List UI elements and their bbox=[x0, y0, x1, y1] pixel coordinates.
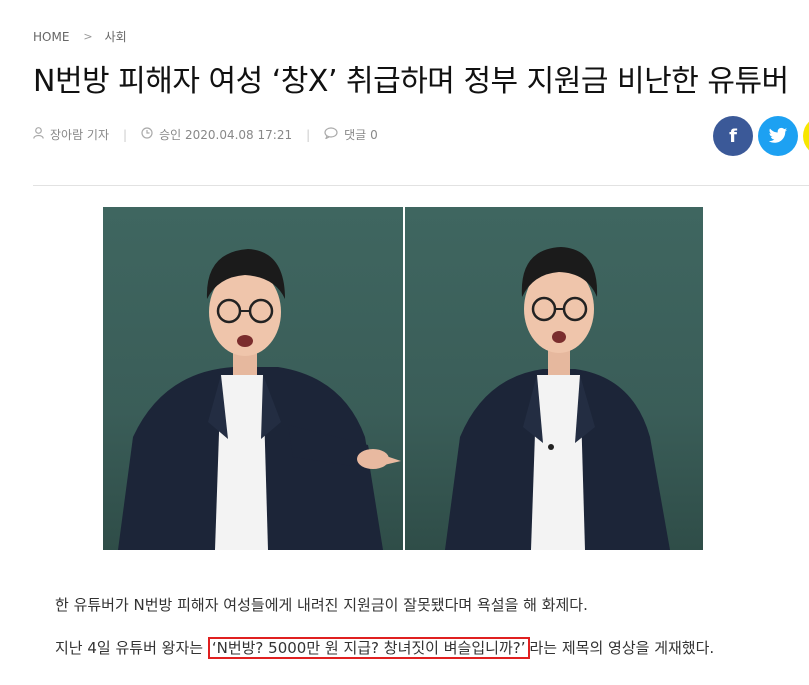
comment-icon bbox=[324, 127, 338, 142]
kakao-share-button[interactable] bbox=[803, 116, 809, 156]
highlighted-quote: ‘N번방? 5000만 원 지급? 창녀짓이 벼슬입니까?’ bbox=[207, 637, 530, 659]
meta-divider: | bbox=[123, 127, 128, 142]
date-label: 승인 bbox=[159, 128, 182, 142]
clock-icon bbox=[141, 127, 153, 142]
article-photo bbox=[103, 207, 703, 550]
publish-date: 2020.04.08 17:21 bbox=[184, 127, 293, 142]
article-paragraph: 지난 4일 유튜버 왕자는 ‘N번방? 5000만 원 지급? 창녀짓이 벼슬입… bbox=[55, 635, 745, 662]
facebook-share-button[interactable]: f bbox=[713, 116, 753, 156]
article-body: 한 유튜버가 N번방 피해자 여성들에게 내려진 지원금이 잘못됐다며 욕설을 … bbox=[55, 592, 745, 678]
breadcrumb-home-link[interactable]: HOME bbox=[33, 30, 69, 44]
photo-panel-left bbox=[103, 207, 403, 550]
user-icon bbox=[33, 127, 44, 142]
twitter-share-button[interactable] bbox=[758, 116, 798, 156]
breadcrumb-separator: > bbox=[83, 30, 93, 43]
share-buttons: f bbox=[713, 116, 809, 156]
breadcrumb-section-link[interactable]: 사회 bbox=[105, 28, 127, 45]
divider bbox=[33, 185, 809, 186]
photo-panel-right bbox=[403, 207, 703, 550]
comments-label[interactable]: 댓글 bbox=[344, 126, 366, 143]
paragraph-text: 라는 제목의 영상을 게재했다. bbox=[529, 639, 715, 657]
page-title: N번방 피해자 여성 ‘창X’ 취급하며 정부 지원금 비난한 유튜버 bbox=[33, 64, 789, 99]
breadcrumb: HOME > 사회 bbox=[33, 28, 127, 45]
twitter-icon bbox=[768, 127, 788, 143]
paragraph-text: 지난 4일 유튜버 왕자는 bbox=[55, 639, 208, 657]
article-paragraph: 한 유튜버가 N번방 피해자 여성들에게 내려진 지원금이 잘못됐다며 욕설을 … bbox=[55, 596, 588, 614]
facebook-icon: f bbox=[729, 125, 737, 147]
article-meta: 장아람 기자 | 승인 2020.04.08 17:21 | 댓글 0 bbox=[33, 126, 378, 143]
comments-count[interactable]: 0 bbox=[370, 128, 378, 142]
author-name[interactable]: 장아람 기자 bbox=[50, 126, 109, 143]
meta-divider: | bbox=[306, 127, 311, 142]
